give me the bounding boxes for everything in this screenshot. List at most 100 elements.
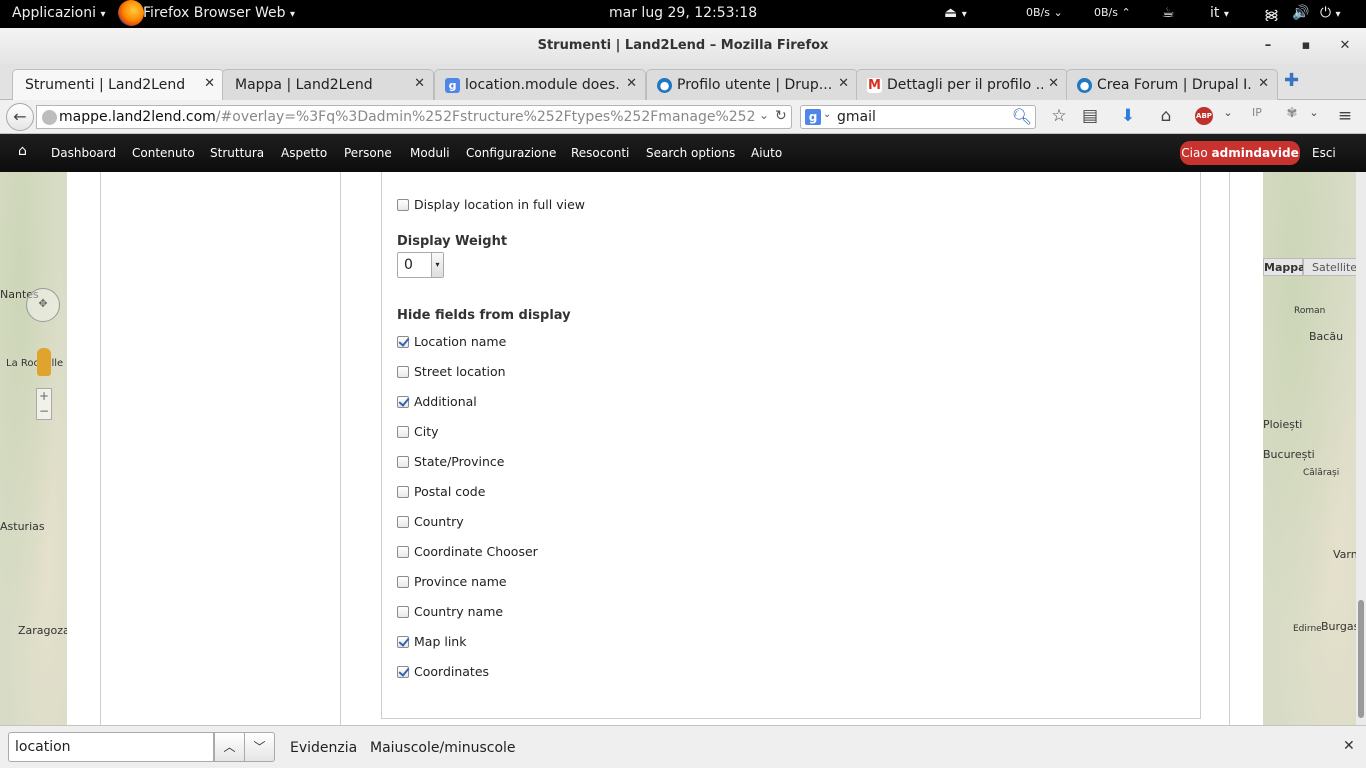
google-search-engine-icon[interactable]: g [805,109,821,125]
menu-hamburger-icon[interactable]: ≡ [1333,106,1357,126]
home-icon[interactable]: ⌂ [1154,106,1178,126]
checkbox[interactable] [397,396,409,408]
admin-overlay: Display location in full view Display We… [67,172,1263,725]
home-icon[interactable]: ⌂ [18,143,27,159]
chevron-up-icon: ︿ [223,740,236,754]
bookmark-star-icon[interactable]: ☆ [1047,106,1071,126]
clock[interactable]: mar lug 29, 12:53:18 [609,5,757,21]
find-input[interactable] [8,732,214,762]
map-pan-control-icon[interactable]: ✥ [26,288,60,322]
coffee-icon[interactable]: ☕ [1162,5,1175,21]
checkbox[interactable] [397,606,409,618]
close-icon[interactable]: ✕ [204,76,215,91]
checkbox-label: State/Province [414,454,505,469]
power-icon[interactable]: ⏻ ▾ [1320,5,1341,21]
download-arrow-icon[interactable]: ⬇ [1116,106,1140,126]
scrollbar-thumb[interactable] [1358,600,1364,718]
wifi-icon[interactable]: ᯼ [1264,5,1279,24]
display-full-view-checkbox[interactable] [397,199,409,211]
greeting-prefix: Ciao [1181,146,1208,160]
tab-dettagli-profilo[interactable]: M Dettagli per il profilo ... ✕ [856,69,1068,100]
menu-item-aiuto[interactable]: Aiuto [751,146,782,160]
tab-label: Dettagli per il profilo ... [887,77,1043,93]
checkbox[interactable] [397,366,409,378]
menu-item-search-options[interactable]: Search options [646,146,735,160]
adblock-plus-icon[interactable]: ABP [1195,107,1213,125]
tab-crea-forum[interactable]: ● Crea Forum | Drupal I... ✕ [1066,69,1278,100]
close-icon[interactable]: ✕ [414,76,425,91]
reading-list-icon[interactable]: ▤ [1078,106,1102,126]
tab-label: Strumenti | Land2Lend [25,77,186,93]
ip-addon-icon[interactable]: IP [1245,106,1269,119]
menu-item-contenuto[interactable]: Contenuto [132,146,195,160]
street-view-pegman-icon[interactable] [37,348,51,376]
checkbox[interactable] [397,636,409,648]
chevron-down-icon[interactable]: ⌄ [823,109,831,120]
chevron-down-icon[interactable]: ⌄ [1302,106,1326,119]
chevron-up-icon: ⌃ [1121,6,1131,19]
app-menu[interactable]: Firefox Browser Web ▾ [143,5,295,21]
menu-item-struttura[interactable]: Struttura [210,146,264,160]
menu-item-resoconti[interactable]: Resoconti [571,146,629,160]
search-icon[interactable]: 🔍︎ [1012,107,1032,126]
logout-link[interactable]: Esci [1312,146,1336,160]
match-case-button[interactable]: Maiuscole/minuscole [370,740,516,756]
gnome-top-panel: Applicazioni ▾ Firefox Browser Web ▾ mar… [0,0,1366,28]
eject-icon[interactable]: ⏏ ▾ [944,5,967,21]
close-icon[interactable]: ✕ [1048,76,1059,91]
checkbox[interactable] [397,426,409,438]
menu-item-dashboard[interactable]: Dashboard [51,146,116,160]
menu-item-persone[interactable]: Persone [344,146,392,160]
tab-location-module[interactable]: g location.module does... ✕ [434,69,646,100]
minimize-button[interactable]: – [1258,36,1278,56]
find-previous-button[interactable]: ︿ [214,732,245,762]
gmail-icon: M [867,78,882,93]
keyboard-layout[interactable]: it ▾ [1210,5,1229,21]
map-label: Călărași [1303,468,1340,478]
checkbox[interactable] [397,336,409,348]
tab-profilo-utente[interactable]: ● Profilo utente | Drup... ✕ [646,69,858,100]
display-weight-select[interactable]: 0 ▾ [397,252,444,278]
maximize-button[interactable]: ▪ [1296,36,1316,56]
find-bar: ︿ ﹀ Evidenzia Maiuscole/minuscole ✕ [0,725,1366,768]
overlay-right-border [1229,172,1230,725]
checkbox[interactable] [397,576,409,588]
chevron-down-icon[interactable]: ⌄ [1216,106,1240,119]
close-icon[interactable]: ✕ [626,76,637,91]
checkbox[interactable] [397,456,409,468]
search-input[interactable] [837,108,1015,126]
window-title: Strumenti | Land2Lend – Mozilla Firefox [537,38,829,53]
map-zoom-control[interactable]: + − [36,388,52,420]
volume-icon[interactable]: 🔊 [1292,5,1309,21]
checkbox[interactable] [397,516,409,528]
close-findbar-icon[interactable]: ✕ [1343,738,1355,754]
url-bar[interactable]: mappe.land2lend.com/#overlay=%3Fq%3Dadmi… [36,105,792,129]
map-background-left[interactable]: Nantes La Rochelle Asturias Zaragoza ✥ +… [0,172,70,725]
menu-item-aspetto[interactable]: Aspetto [281,146,327,160]
menu-item-configurazione[interactable]: Configurazione [466,146,556,160]
close-icon[interactable]: ✕ [1258,76,1269,91]
page-scrollbar[interactable] [1356,172,1366,725]
map-background-right[interactable]: Mappa Satellite Roman Bacău Ploiești Buc… [1263,172,1366,725]
new-tab-plus-icon[interactable]: ✚ [1284,70,1299,91]
checkbox-label: Display location in full view [414,197,586,212]
location-display-fieldset [381,172,1201,719]
user-greeting-badge[interactable]: Ciao admindavide [1180,141,1300,165]
tab-strumenti[interactable]: Strumenti | Land2Lend ✕ [12,69,224,101]
map-type-button[interactable]: Mappa [1263,258,1306,276]
highlight-all-button[interactable]: Evidenzia [290,740,357,756]
menu-item-moduli[interactable]: Moduli [410,146,450,160]
checkbox[interactable] [397,486,409,498]
close-window-button[interactable]: ✕ [1335,36,1355,56]
back-arrow-icon[interactable]: ← [6,103,34,131]
checkbox[interactable] [397,546,409,558]
extension-icon[interactable]: ✾ [1280,106,1304,121]
applications-menu[interactable]: Applicazioni ▾ [12,5,105,21]
find-next-button[interactable]: ﹀ [244,732,275,762]
map-label: Edirne [1293,624,1322,634]
reload-icon[interactable]: ↻ [775,108,787,124]
chevron-down-icon[interactable]: ⌄ [759,108,769,122]
checkbox[interactable] [397,666,409,678]
close-icon[interactable]: ✕ [838,76,849,91]
tab-mappa[interactable]: Mappa | Land2Lend ✕ [222,69,434,100]
